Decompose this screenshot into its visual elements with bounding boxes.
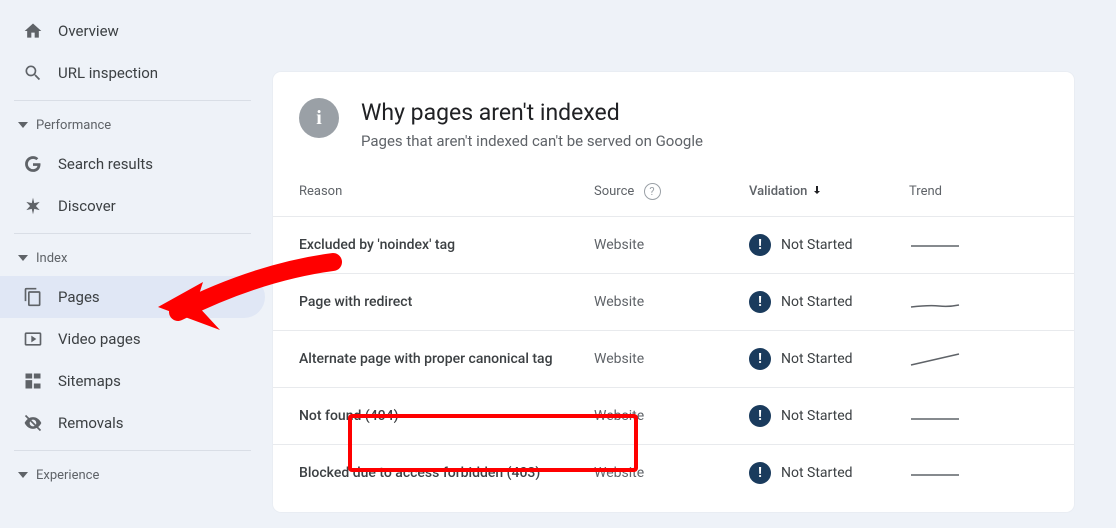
cell-reason: Excluded by 'noindex' tag xyxy=(299,237,594,253)
cell-validation: ! Not Started xyxy=(749,405,909,427)
main-content: i Why pages aren't indexed Pages that ar… xyxy=(265,0,1116,528)
sidebar-item-label: URL inspection xyxy=(58,64,158,82)
column-header-source-label: Source xyxy=(594,184,634,199)
divider xyxy=(14,100,251,101)
card-header: i Why pages aren't indexed Pages that ar… xyxy=(273,72,1074,168)
cell-reason: Not found (404) xyxy=(299,408,594,424)
section-title: Index xyxy=(36,251,67,266)
cell-source: Website xyxy=(594,351,749,367)
sidebar-item-label: Sitemaps xyxy=(58,372,121,390)
asterisk-icon xyxy=(22,195,44,217)
sidebar-item-discover[interactable]: Discover xyxy=(0,185,265,227)
chevron-down-icon xyxy=(18,253,28,263)
sidebar-item-label: Removals xyxy=(58,414,124,432)
sidebar-item-sitemaps[interactable]: Sitemaps xyxy=(0,360,265,402)
section-header-performance[interactable]: Performance xyxy=(0,107,265,143)
video-icon xyxy=(22,328,44,350)
sidebar-item-search-results[interactable]: Search results xyxy=(0,143,265,185)
exclamation-icon: ! xyxy=(749,291,771,313)
column-header-trend[interactable]: Trend xyxy=(909,184,969,199)
cell-source: Website xyxy=(594,294,749,310)
pages-icon xyxy=(22,286,44,308)
cell-trend xyxy=(909,464,969,482)
cell-validation: ! Not Started xyxy=(749,234,909,256)
cell-reason: Page with redirect xyxy=(299,294,594,310)
table-row[interactable]: Blocked due to access forbidden (403)Web… xyxy=(273,444,1074,501)
cell-validation: ! Not Started xyxy=(749,462,909,484)
section-title: Experience xyxy=(36,468,99,483)
sidebar-item-video-pages[interactable]: Video pages xyxy=(0,318,265,360)
validation-status: Not Started xyxy=(781,408,853,424)
cell-reason: Alternate page with proper canonical tag xyxy=(299,351,594,367)
column-header-validation[interactable]: Validation xyxy=(749,184,909,200)
search-icon xyxy=(22,62,44,84)
cell-validation: ! Not Started xyxy=(749,291,909,313)
card-subtitle: Pages that aren't indexed can't be serve… xyxy=(361,132,703,150)
exclamation-icon: ! xyxy=(749,234,771,256)
cell-reason: Blocked due to access forbidden (403) xyxy=(299,465,594,481)
sidebar-item-removals[interactable]: Removals xyxy=(0,402,265,444)
section-header-index[interactable]: Index xyxy=(0,240,265,276)
chevron-down-icon xyxy=(18,120,28,130)
issues-card: i Why pages aren't indexed Pages that ar… xyxy=(273,72,1074,512)
sidebar: Overview URL inspection Performance Sear… xyxy=(0,0,265,528)
divider xyxy=(14,233,251,234)
sidebar-item-label: Video pages xyxy=(58,330,141,348)
validation-status: Not Started xyxy=(781,237,853,253)
sitemaps-icon xyxy=(22,370,44,392)
table-header-row: Reason Source ? Validation Trend xyxy=(273,168,1074,216)
section-title: Performance xyxy=(36,118,111,133)
sidebar-item-pages[interactable]: Pages xyxy=(0,276,265,318)
chevron-down-icon xyxy=(18,470,28,480)
sidebar-item-label: Pages xyxy=(58,288,100,306)
cell-source: Website xyxy=(594,465,749,481)
table-row[interactable]: Alternate page with proper canonical tag… xyxy=(273,330,1074,387)
column-header-validation-label: Validation xyxy=(749,184,807,199)
card-title: Why pages aren't indexed xyxy=(361,98,703,128)
home-icon xyxy=(22,20,44,42)
info-icon: i xyxy=(299,98,339,138)
sidebar-item-url-inspection[interactable]: URL inspection xyxy=(0,52,265,94)
section-header-experience[interactable]: Experience xyxy=(0,457,265,493)
exclamation-icon: ! xyxy=(749,348,771,370)
help-icon[interactable]: ? xyxy=(644,183,661,200)
cell-trend xyxy=(909,407,969,425)
cell-validation: ! Not Started xyxy=(749,348,909,370)
exclamation-icon: ! xyxy=(749,405,771,427)
table-row[interactable]: Page with redirectWebsite! Not Started xyxy=(273,273,1074,330)
sidebar-item-label: Overview xyxy=(58,22,119,40)
cell-trend xyxy=(909,293,969,311)
column-header-source[interactable]: Source ? xyxy=(594,183,749,200)
validation-status: Not Started xyxy=(781,351,853,367)
column-header-reason[interactable]: Reason xyxy=(299,184,594,199)
sidebar-item-overview[interactable]: Overview xyxy=(0,10,265,52)
exclamation-icon: ! xyxy=(749,462,771,484)
validation-status: Not Started xyxy=(781,465,853,481)
sidebar-item-label: Search results xyxy=(58,155,153,173)
cell-source: Website xyxy=(594,408,749,424)
sort-arrow-down-icon xyxy=(811,184,823,200)
validation-status: Not Started xyxy=(781,294,853,310)
cell-trend xyxy=(909,236,969,254)
divider xyxy=(14,450,251,451)
cell-trend xyxy=(909,350,969,368)
google-g-icon xyxy=(22,153,44,175)
cell-source: Website xyxy=(594,237,749,253)
removals-icon xyxy=(22,412,44,434)
table-row[interactable]: Excluded by 'noindex' tagWebsite! Not Sta… xyxy=(273,216,1074,273)
table-row[interactable]: Not found (404)Website! Not Started xyxy=(273,387,1074,444)
sidebar-item-label: Discover xyxy=(58,197,116,215)
